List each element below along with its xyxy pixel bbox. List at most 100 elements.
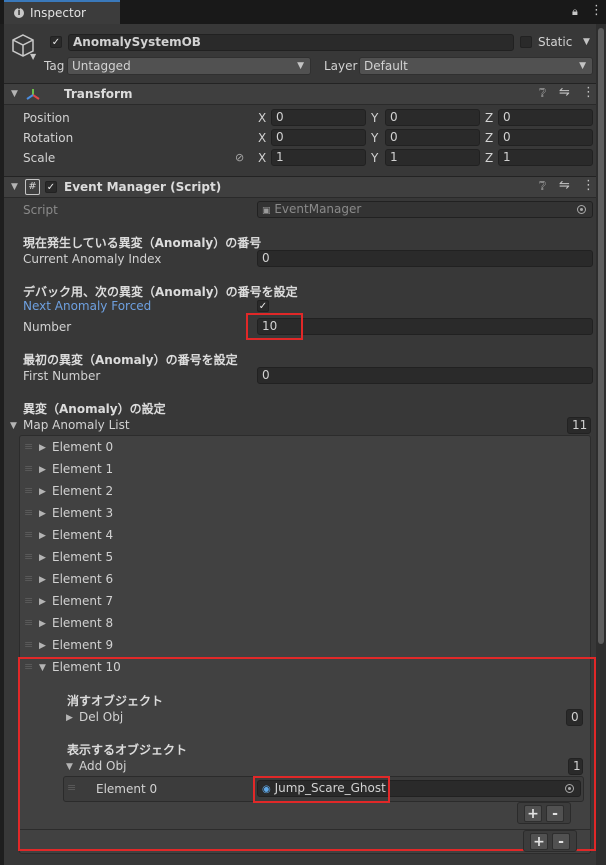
list-item[interactable]: ≡ ▶ Element 2 [22,484,582,504]
first-number-label: First Number [23,369,101,383]
drag-handle-icon[interactable]: ≡ [67,781,76,794]
tab-title: Inspector [30,6,86,20]
number-label: Number [23,320,72,334]
element-label: Element 3 [52,506,114,520]
list-item[interactable]: ≡ ▶ Element 6 [22,572,582,592]
foldout-arrow-icon: ▶ [39,443,46,453]
foldout-arrow-icon[interactable]: ▼ [66,762,73,772]
drag-handle-icon[interactable]: ≡ [24,572,33,585]
drag-handle-icon[interactable]: ≡ [24,506,33,519]
section-header-current: 現在発生している異変（Anomaly）の番号 [23,236,262,250]
position-y-field[interactable]: 0 [385,109,480,126]
list-item[interactable]: ≡ ▶ Element 5 [22,550,582,570]
foldout-arrow-icon: ▶ [39,619,46,629]
scale-x-field[interactable]: 1 [271,149,366,166]
element-label: Element 9 [52,638,114,652]
first-number-field[interactable]: 0 [257,367,593,384]
drag-handle-icon[interactable]: ≡ [24,440,33,453]
remove-button[interactable]: - [546,805,564,822]
next-anomaly-forced-label: Next Anomaly Forced [23,299,152,313]
element-label: Element 7 [52,594,114,608]
foldout-arrow-icon: ▼ [11,89,18,99]
chevron-down-icon: ▼ [579,61,586,71]
foldout-arrow-icon: ▶ [39,641,46,651]
foldout-arrow-icon: ▶ [39,531,46,541]
layer-label: Layer [324,59,358,73]
scale-y-field[interactable]: 1 [385,149,480,166]
kebab-menu-icon[interactable]: ⋮ [590,3,603,18]
transform-icon [26,89,40,100]
help-icon[interactable]: ❔︎ [539,179,546,194]
foldout-arrow-icon: ▶ [39,553,46,563]
foldout-arrow-icon[interactable]: ▶ [66,713,73,723]
remove-button[interactable]: - [552,833,570,850]
list-item[interactable]: ≡ ▶ Element 4 [22,528,582,548]
position-x-field[interactable]: 0 [271,109,366,126]
event-manager-header[interactable]: ▼ # ✓ Event Manager (Script) ❔︎ ⇋ ⋮ [4,176,596,198]
list-item[interactable]: ≡ ▶ Element 7 [22,594,582,614]
element-label: Element 8 [52,616,114,630]
list-item[interactable]: ≡ ▶ Element 8 [22,616,582,636]
help-icon[interactable]: ❔︎ [539,86,546,101]
layer-dropdown[interactable]: Default ▼ [359,57,593,75]
foldout-arrow-icon: ▶ [39,575,46,585]
foldout-arrow-icon: ▶ [39,597,46,607]
add-element-label: Element 0 [96,782,158,796]
add-button[interactable]: + [530,833,548,850]
axis-z-label: Z [485,151,494,165]
object-name-field[interactable]: AnomalySystemOB [68,34,514,51]
list-item[interactable]: ≡ ▶ Element 9 [22,638,582,658]
constrain-proportions-icon[interactable]: ⊘ [235,151,244,164]
next-anomaly-forced-checkbox[interactable]: ✓ [257,300,269,312]
foldout-arrow-icon[interactable]: ▼ [10,421,17,431]
element-label: Element 5 [52,550,114,564]
static-checkbox[interactable] [520,36,532,48]
tag-label: Tag [44,59,65,73]
list-item[interactable]: ≡ ▶ Element 3 [22,506,582,526]
axis-z-label: Z [485,111,494,125]
preset-icon[interactable]: ⇋ [559,85,570,100]
list-item[interactable]: ≡ ▶ Element 1 [22,462,582,482]
active-checkbox[interactable]: ✓ [50,36,62,48]
transform-header[interactable]: ▼ Transform ❔︎ ⇋ ⋮ [4,83,596,105]
lock-icon[interactable]: 🔒︎ [572,5,578,19]
number-field[interactable]: 10 [257,318,593,335]
drag-handle-icon[interactable]: ≡ [24,462,33,475]
position-z-field[interactable]: 0 [498,109,593,126]
list-item[interactable]: ≡ ▶ Element 0 [22,440,582,460]
script-value: EventManager [274,202,362,216]
kebab-menu-icon[interactable]: ⋮ [582,178,595,193]
drag-handle-icon[interactable]: ≡ [24,594,33,607]
info-icon: i [14,8,24,18]
current-anomaly-field[interactable]: 0 [257,250,593,267]
drag-handle-icon[interactable]: ≡ [24,616,33,629]
scale-z-field[interactable]: 1 [498,149,593,166]
static-dropdown-icon[interactable]: ▼ [583,37,590,47]
preset-icon[interactable]: ⇋ [559,178,570,193]
rotation-z-field[interactable]: 0 [498,129,593,146]
list-item-expanded[interactable]: ≡ ▼ Element 10 [22,660,582,680]
element-label: Element 0 [52,440,114,454]
add-button[interactable]: + [524,805,542,822]
drag-handle-icon[interactable]: ≡ [24,638,33,651]
drag-handle-icon[interactable]: ≡ [24,484,33,497]
scrollbar-thumb[interactable] [598,28,604,644]
gameobject-dropdown-icon[interactable]: ▼ [30,52,36,61]
current-anomaly-label: Current Anomaly Index [23,252,162,266]
component-title: Transform [64,87,133,101]
drag-handle-icon[interactable]: ≡ [24,660,33,673]
tab-inspector[interactable]: i Inspector [4,0,120,24]
kebab-menu-icon[interactable]: ⋮ [582,85,595,100]
component-enabled-checkbox[interactable]: ✓ [45,181,57,193]
tag-dropdown[interactable]: Untagged ▼ [67,57,311,75]
drag-handle-icon[interactable]: ≡ [24,528,33,541]
list-count-field[interactable]: 11 [567,417,591,434]
del-obj-count-field[interactable]: 0 [566,709,583,726]
foldout-arrow-icon: ▼ [39,663,46,673]
map-anomaly-list-label: Map Anomaly List [23,418,130,432]
component-title: Event Manager (Script) [64,180,222,194]
add-obj-count-field[interactable]: 1 [568,758,583,775]
rotation-x-field[interactable]: 0 [271,129,366,146]
drag-handle-icon[interactable]: ≡ [24,550,33,563]
rotation-y-field[interactable]: 0 [385,129,480,146]
